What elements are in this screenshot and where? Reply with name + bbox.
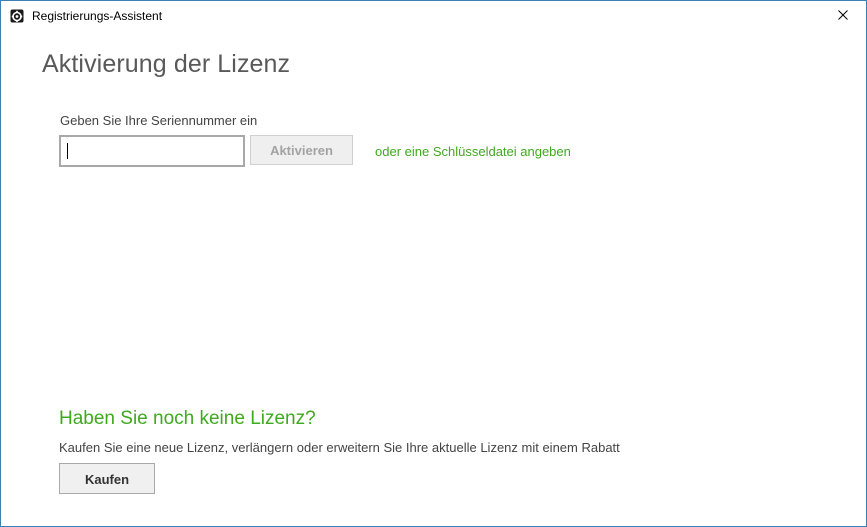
- registration-wizard-window: Registrierungs-Assistent Aktivierung der…: [0, 0, 867, 527]
- buy-button[interactable]: Kaufen: [59, 463, 155, 494]
- key-file-link[interactable]: oder eine Schlüsseldatei angeben: [375, 144, 571, 160]
- gear-icon: [10, 9, 24, 23]
- purchase-description: Kaufen Sie eine neue Lizenz, verlängern …: [59, 440, 620, 455]
- title-bar[interactable]: Registrierungs-Assistent: [1, 1, 866, 31]
- window-title: Registrierungs-Assistent: [32, 9, 163, 23]
- close-button[interactable]: [820, 1, 866, 31]
- serial-number-label: Geben Sie Ihre Seriennummer ein: [60, 113, 258, 128]
- serial-number-input[interactable]: [59, 135, 245, 167]
- page-title: Aktivierung der Lizenz: [42, 50, 291, 78]
- activate-button[interactable]: Aktivieren: [250, 135, 353, 165]
- no-license-heading: Haben Sie noch keine Lizenz?: [59, 408, 316, 429]
- text-caret: [67, 143, 68, 159]
- close-icon: [838, 7, 848, 25]
